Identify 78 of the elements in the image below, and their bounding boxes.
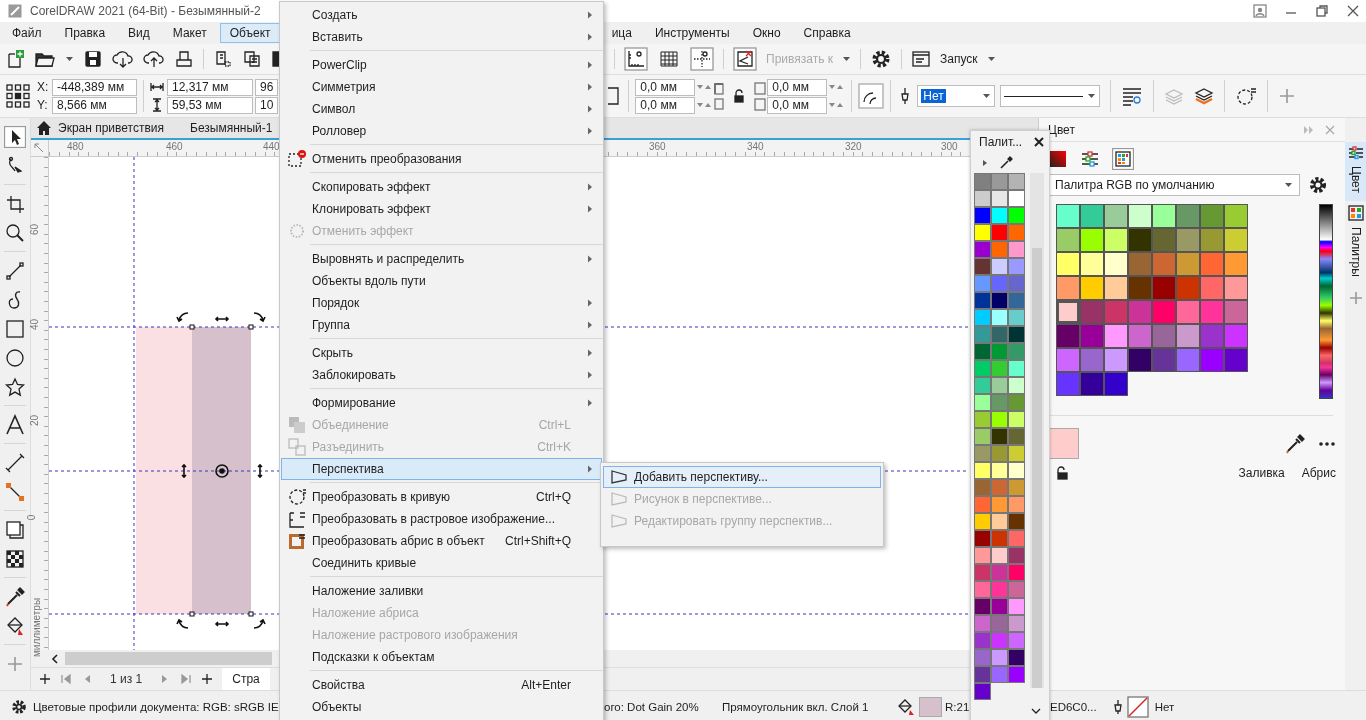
ruler-label: 460 <box>166 141 183 152</box>
menu-item[interactable]: Вставить <box>281 26 602 48</box>
menu-item[interactable]: Подсказки к объектам <box>281 646 602 668</box>
input-field[interactable]: 0,0 мм <box>635 78 696 96</box>
menu-item[interactable]: Группа <box>281 314 602 336</box>
document-tab[interactable]: Безымянный-1 <box>185 121 278 135</box>
menu-item[interactable]: Объекты <box>281 696 602 718</box>
menu-item[interactable]: Вид <box>118 23 160 43</box>
ruler-label: 320 <box>845 141 862 152</box>
y-label: Y: <box>37 98 49 112</box>
menu-item[interactable]: ица <box>601 23 642 43</box>
menu-item[interactable]: Добавить перспективу... <box>603 466 881 488</box>
palette-title: Палит... <box>979 135 1024 149</box>
input-field[interactable]: 0,0 мм <box>635 96 696 114</box>
menu-item[interactable]: Скрыть <box>281 342 602 364</box>
status-text: ого: Dot Gain 20% <box>604 701 699 713</box>
page-tab[interactable]: Стра <box>222 668 270 690</box>
menu-item[interactable]: Наложение заливки <box>281 580 602 602</box>
menu-item[interactable]: Формирование <box>281 392 602 414</box>
ruler-label: 60 <box>29 223 41 236</box>
ruler-label: 40 <box>29 318 41 331</box>
outline-color-name: Нет <box>1154 701 1175 713</box>
palette-dropdown[interactable]: Палитра RGB по умолчанию <box>1048 174 1300 196</box>
outline-color-code: ED6C0... <box>1050 701 1097 713</box>
input-field[interactable]: 8,566 мм <box>52 96 137 114</box>
menu-item[interactable]: Преобразовать в растровое изображение... <box>281 508 602 530</box>
input-field[interactable]: -448,389 мм <box>52 78 137 96</box>
menu-item[interactable]: Отменить преобразования <box>281 148 602 170</box>
ruler-label: 340 <box>747 141 764 152</box>
menu-item[interactable]: Преобразовать в кривую Ctrl+Q <box>281 486 602 508</box>
ruler-label: 300 <box>941 141 958 152</box>
menu-item[interactable]: Соединить кривые <box>281 552 602 574</box>
ruler-label: 20 <box>29 414 41 427</box>
status-text: Цветовые профили документа: RGB: sRGB IE <box>33 701 279 713</box>
input-field[interactable]: 10 <box>255 96 279 114</box>
window-title: CorelDRAW 2021 (64-Bit) - Безымянный-2 <box>30 4 261 18</box>
menu-item[interactable]: Макет <box>162 23 217 43</box>
page-counter: 1 из 1 <box>109 672 144 686</box>
docker-tab[interactable]: Палитры <box>1345 200 1366 285</box>
menu-item[interactable]: Символ <box>281 98 602 120</box>
input-field[interactable]: 0,0 мм <box>767 78 828 96</box>
menu-item[interactable]: Клонировать эффект <box>281 198 602 220</box>
fill-color-reading: R:21 <box>945 701 970 713</box>
ruler-unit-label: миллиметры <box>31 597 43 658</box>
input-field[interactable]: 12,317 мм <box>167 78 253 96</box>
menu-item[interactable]: Симметрия <box>281 76 602 98</box>
menu-item[interactable]: Свойства Alt+Enter <box>281 674 602 696</box>
ruler-label: 480 <box>67 141 84 152</box>
menu-item[interactable]: Ролловер <box>281 120 602 142</box>
menu-item[interactable]: Окно <box>742 23 791 43</box>
menu-item[interactable]: Создать <box>281 4 602 26</box>
menu-item[interactable]: Справка <box>793 23 861 43</box>
x-label: X: <box>37 80 49 94</box>
docker-tab[interactable]: Цвет <box>1345 142 1366 201</box>
input-field[interactable]: 96 <box>255 78 279 96</box>
input-field[interactable]: 59,53 мм <box>167 96 253 114</box>
fill-label[interactable]: Заливка <box>1238 466 1285 480</box>
menu-item[interactable]: Порядок <box>281 292 602 314</box>
outline-width-dropdown[interactable]: Нет <box>917 85 996 107</box>
menu-item[interactable]: Инструменты <box>644 23 740 43</box>
outline-label[interactable]: Абрис <box>1301 466 1336 480</box>
menu-item[interactable]: Перспектива <box>281 458 602 480</box>
status-text: Прямоугольник вкл. Слой 1 <box>722 701 869 713</box>
menu-item[interactable]: Файл <box>2 23 52 43</box>
ruler-label: 360 <box>649 141 666 152</box>
ruler-label: 0 <box>26 514 38 521</box>
menu-item[interactable]: Правка <box>54 23 116 43</box>
input-field[interactable]: 0,0 мм <box>767 96 828 114</box>
launch-dropdown[interactable]: Запуск <box>940 52 978 66</box>
menu-item[interactable]: Преобразовать абрис в объект Ctrl+Shift+Q <box>281 530 602 552</box>
menu-item[interactable]: Объект <box>219 23 281 43</box>
menu-item[interactable]: PowerClip <box>281 54 602 76</box>
menu-item[interactable]: Выровнять и распределить <box>281 248 602 270</box>
menu-item[interactable]: Скопировать эффект <box>281 176 602 198</box>
document-tab[interactable]: Экран приветствия <box>53 121 169 135</box>
menu-item[interactable]: Заблокировать <box>281 364 602 386</box>
ruler-label: 440 <box>263 141 280 152</box>
menu-item[interactable]: Объекты вдоль пути <box>281 270 602 292</box>
